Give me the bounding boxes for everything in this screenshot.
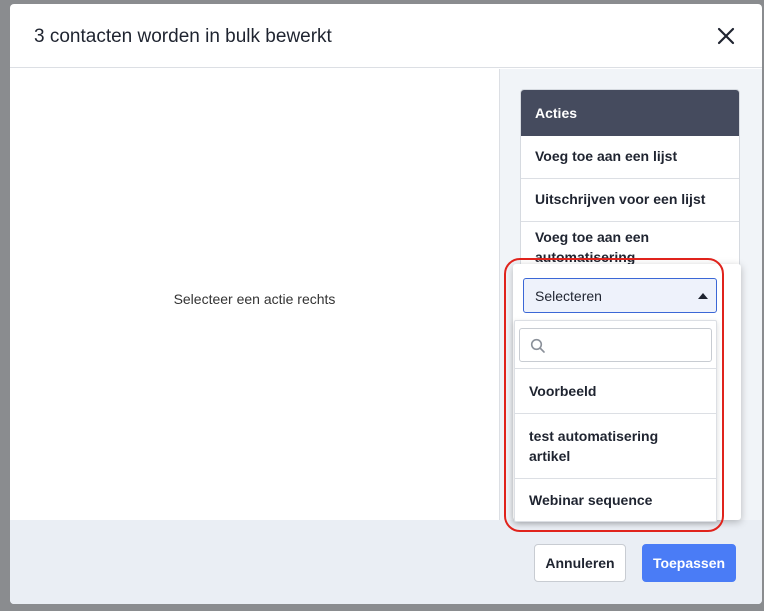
actions-header: Acties [521,90,739,136]
select-value: Selecteren [535,288,602,304]
automation-select[interactable]: Selecteren [523,278,717,313]
action-unsubscribe-list[interactable]: Uitschrijven voor een lijst [521,179,739,222]
cancel-button[interactable]: Annuleren [534,544,626,582]
modal-header: 3 contacten worden in bulk bewerkt [10,4,762,68]
action-add-to-list[interactable]: Voeg toe aan een lijst [521,136,739,179]
search-icon [530,338,545,353]
action-detail-pane: Selecteer een actie rechts [10,69,499,520]
empty-state-text: Selecteer een actie rechts [173,291,336,307]
automation-dropdown-menu: Voorbeeld test automatisering artikel We… [514,320,717,522]
option-voorbeeld[interactable]: Voorbeeld [515,368,716,413]
search-input[interactable] [519,328,712,362]
option-webinar-sequence[interactable]: Webinar sequence [515,478,716,522]
modal-footer: Annuleren Toepassen [10,520,762,604]
option-test-automatisering[interactable]: test automatisering artikel [515,413,716,478]
apply-button[interactable]: Toepassen [642,544,736,582]
caret-up-icon [698,293,708,299]
close-icon[interactable] [714,24,738,48]
modal-title: 3 contacten worden in bulk bewerkt [34,26,332,47]
